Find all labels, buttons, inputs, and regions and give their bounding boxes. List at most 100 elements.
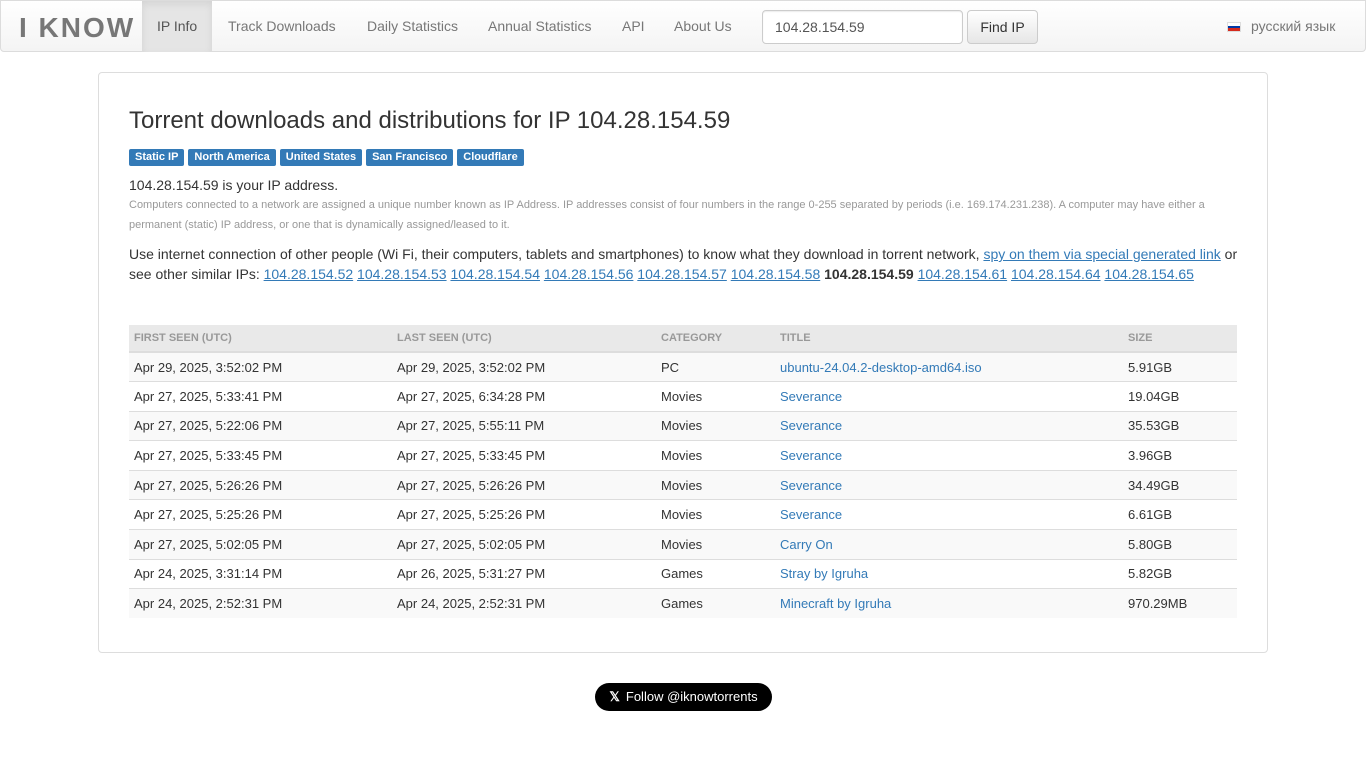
- category-cell: PC: [656, 351, 775, 382]
- twitter-follow-button[interactable]: 𝕏 Follow @iknowtorrents: [595, 683, 772, 711]
- title-cell: Stray by Igruha: [775, 558, 1123, 589]
- torrent-title-link[interactable]: Severance: [780, 448, 842, 463]
- x-logo-icon: 𝕏: [609, 689, 620, 704]
- similar-ip-list: 104.28.154.52 104.28.154.53 104.28.154.5…: [264, 266, 1194, 282]
- similar-ip-link[interactable]: 104.28.154.58: [731, 266, 821, 282]
- torrent-title-link[interactable]: Carry On: [780, 537, 833, 552]
- last-seen-cell: Apr 27, 2025, 6:34:28 PM: [392, 381, 656, 412]
- your-ip-text: 104.28.154.59 is your IP address.: [129, 177, 339, 193]
- header-title[interactable]: TITLE: [775, 325, 1123, 353]
- last-seen-cell: Apr 27, 2025, 5:02:05 PM: [392, 529, 656, 560]
- last-seen-cell: Apr 27, 2025, 5:55:11 PM: [392, 410, 656, 441]
- torrent-title-link[interactable]: ubuntu-24.04.2-desktop-amd64.iso: [780, 360, 982, 375]
- header-first-seen[interactable]: FIRST SEEN (UTC): [129, 325, 392, 353]
- first-seen-cell: Apr 27, 2025, 5:33:45 PM: [129, 440, 392, 471]
- navbar: I KNOW IP Info Track Downloads Daily Sta…: [0, 0, 1366, 52]
- table-row: Apr 27, 2025, 5:22:06 PM Apr 27, 2025, 5:…: [129, 410, 1237, 441]
- torrent-title-link[interactable]: Severance: [780, 478, 842, 493]
- size-cell: 35.53GB: [1123, 410, 1237, 441]
- similar-ip-link[interactable]: 104.28.154.54: [450, 266, 540, 282]
- nav-ip-info[interactable]: IP Info: [142, 1, 213, 52]
- header-last-seen[interactable]: LAST SEEN (UTC): [392, 325, 656, 353]
- title-cell: Carry On: [775, 529, 1123, 560]
- size-cell: 5.91GB: [1123, 351, 1237, 382]
- size-cell: 19.04GB: [1123, 381, 1237, 412]
- page-title: Torrent downloads and distributions for …: [129, 107, 731, 134]
- nav-api[interactable]: API: [607, 1, 660, 52]
- ip-explanation: Computers connected to a network are ass…: [129, 199, 1205, 231]
- last-seen-cell: Apr 24, 2025, 2:52:31 PM: [392, 588, 656, 619]
- title-cell: Severance: [775, 410, 1123, 441]
- torrent-title-link[interactable]: Severance: [780, 389, 842, 404]
- label-provider: Cloudflare: [457, 149, 524, 166]
- size-cell: 3.96GB: [1123, 440, 1237, 471]
- follow-label: Follow @iknowtorrents: [625, 689, 758, 704]
- header-size[interactable]: SIZE: [1123, 325, 1237, 353]
- label-city: San Francisco: [366, 149, 454, 166]
- first-seen-cell: Apr 27, 2025, 5:02:05 PM: [129, 529, 392, 560]
- title-cell: Severance: [775, 499, 1123, 530]
- category-cell: Movies: [656, 469, 775, 500]
- main-panel: Torrent downloads and distributions for …: [98, 72, 1268, 653]
- similar-ip-link[interactable]: 104.28.154.64: [1011, 266, 1101, 282]
- nav-annual-statistics[interactable]: Annual Statistics: [473, 1, 607, 52]
- size-cell: 5.80GB: [1123, 529, 1237, 560]
- first-seen-cell: Apr 27, 2025, 5:22:06 PM: [129, 410, 392, 441]
- size-cell: 970.29MB: [1123, 588, 1237, 619]
- torrent-title-link[interactable]: Minecraft by Igruha: [780, 596, 891, 611]
- similar-ip-link[interactable]: 104.28.154.56: [544, 266, 634, 282]
- similar-ip-link[interactable]: 104.28.154.57: [637, 266, 727, 282]
- first-seen-cell: Apr 27, 2025, 5:26:26 PM: [129, 469, 392, 500]
- language-switch[interactable]: русский язык: [1227, 1, 1335, 52]
- similar-ip-link[interactable]: 104.28.154.61: [918, 266, 1008, 282]
- title-cell: ubuntu-24.04.2-desktop-amd64.iso: [775, 351, 1123, 382]
- brand-logo[interactable]: I KNOW: [19, 13, 135, 43]
- table-row: Apr 27, 2025, 5:02:05 PM Apr 27, 2025, 5:…: [129, 529, 1237, 560]
- last-seen-cell: Apr 29, 2025, 3:52:02 PM: [392, 351, 656, 382]
- similar-ip-link[interactable]: 104.28.154.65: [1104, 266, 1194, 282]
- table-row: Apr 29, 2025, 3:52:02 PM Apr 29, 2025, 3:…: [129, 351, 1237, 382]
- category-cell: Games: [656, 558, 775, 589]
- category-cell: Movies: [656, 499, 775, 530]
- category-cell: Movies: [656, 529, 775, 560]
- table-row: Apr 27, 2025, 5:25:26 PM Apr 27, 2025, 5:…: [129, 499, 1237, 530]
- torrent-title-link[interactable]: Severance: [780, 507, 842, 522]
- similar-intro-text: Use internet connection of other people …: [129, 246, 984, 262]
- nav-daily-statistics[interactable]: Daily Statistics: [352, 1, 473, 52]
- table-row: Apr 27, 2025, 5:33:45 PM Apr 27, 2025, 5:…: [129, 440, 1237, 471]
- first-seen-cell: Apr 29, 2025, 3:52:02 PM: [129, 351, 392, 382]
- russia-flag-icon: [1227, 22, 1241, 32]
- first-seen-cell: Apr 27, 2025, 5:33:41 PM: [129, 381, 392, 412]
- similar-ip-link[interactable]: 104.28.154.52: [264, 266, 354, 282]
- similar-ip-link[interactable]: 104.28.154.53: [357, 266, 447, 282]
- first-seen-cell: Apr 24, 2025, 2:52:31 PM: [129, 588, 392, 619]
- first-seen-cell: Apr 27, 2025, 5:25:26 PM: [129, 499, 392, 530]
- last-seen-cell: Apr 26, 2025, 5:31:27 PM: [392, 558, 656, 589]
- size-cell: 5.82GB: [1123, 558, 1237, 589]
- ip-labels: Static IP North America United States San F…: [129, 147, 528, 166]
- current-ip: 104.28.154.59: [824, 266, 914, 282]
- title-cell: Severance: [775, 440, 1123, 471]
- torrent-title-link[interactable]: Stray by Igruha: [780, 566, 868, 581]
- category-cell: Movies: [656, 410, 775, 441]
- last-seen-cell: Apr 27, 2025, 5:25:26 PM: [392, 499, 656, 530]
- size-cell: 34.49GB: [1123, 469, 1237, 500]
- language-label: русский язык: [1251, 18, 1336, 34]
- downloads-table: FIRST SEEN (UTC) LAST SEEN (UTC) CATEGOR…: [129, 325, 1237, 619]
- torrent-title-link[interactable]: Severance: [780, 418, 842, 433]
- title-cell: Minecraft by Igruha: [775, 588, 1123, 619]
- table-row: Apr 27, 2025, 5:33:41 PM Apr 27, 2025, 6:…: [129, 381, 1237, 412]
- spy-link[interactable]: spy on them via special generated link: [983, 246, 1220, 262]
- last-seen-cell: Apr 27, 2025, 5:26:26 PM: [392, 469, 656, 500]
- nav-about-us[interactable]: About Us: [659, 1, 747, 52]
- find-ip-button[interactable]: Find IP: [967, 10, 1038, 44]
- header-category[interactable]: CATEGORY: [656, 325, 775, 353]
- title-cell: Severance: [775, 381, 1123, 412]
- similar-ips-paragraph: Use internet connection of other people …: [129, 244, 1239, 284]
- table-row: Apr 24, 2025, 3:31:14 PM Apr 26, 2025, 5:…: [129, 558, 1237, 589]
- table-row: Apr 24, 2025, 2:52:31 PM Apr 24, 2025, 2:…: [129, 588, 1237, 619]
- table-row: Apr 27, 2025, 5:26:26 PM Apr 27, 2025, 5:…: [129, 469, 1237, 500]
- size-cell: 6.61GB: [1123, 499, 1237, 530]
- nav-track-downloads[interactable]: Track Downloads: [213, 1, 351, 52]
- ip-search-input[interactable]: [762, 10, 963, 44]
